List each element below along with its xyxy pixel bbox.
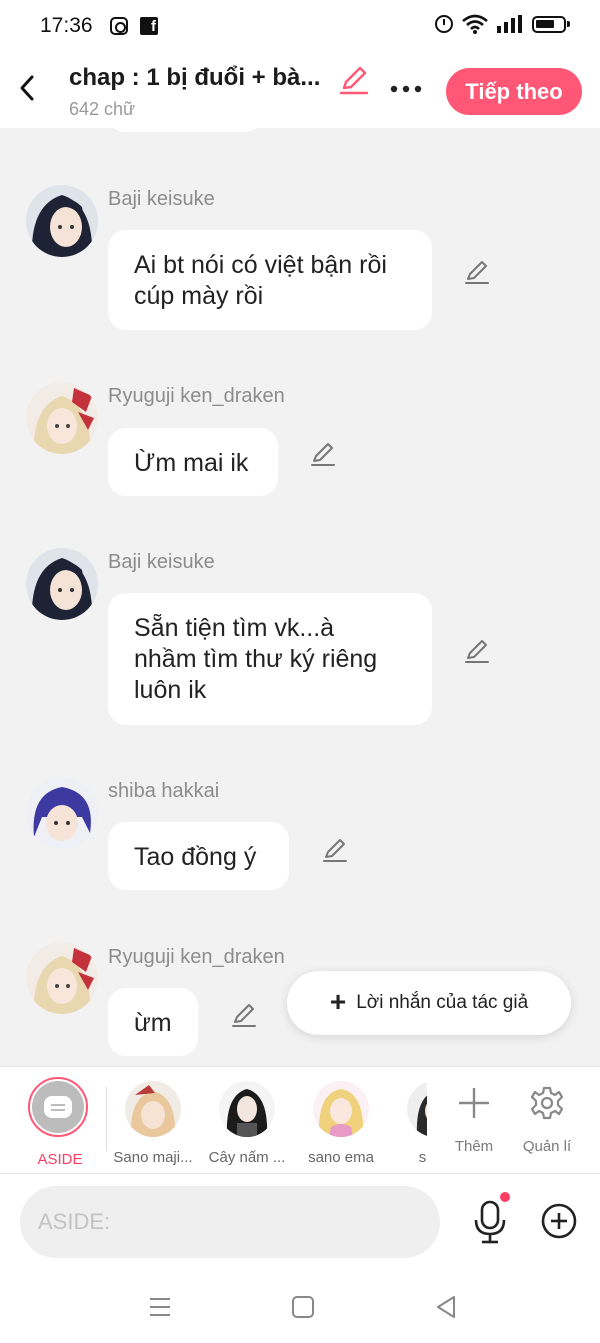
message-text-line: luôn ik [134,676,207,704]
message-bubble[interactable]: Ừm mai ik [108,428,278,496]
signal-icon [497,15,523,33]
status-time: 17:36 [40,14,93,37]
character-avatar [313,1081,369,1137]
plus-circle-icon [541,1203,577,1239]
alarm-icon [435,15,453,33]
avatar-ryuguji-ken-draken[interactable] [26,942,98,1014]
manage-characters-button[interactable]: Quản lí [517,1085,577,1155]
divider [106,1087,107,1151]
message-text-line: Tao đồng ý [134,843,257,871]
chapter-title[interactable]: chap : 1 bị đuổi + bà... [69,64,331,92]
system-navigation-bar [0,1270,600,1343]
word-count: 642 chữ [69,99,136,119]
chevron-left-icon [20,75,34,101]
next-chapter-button[interactable]: Tiếp theo [446,68,582,115]
avatar-baji-keisuke[interactable] [26,185,98,257]
message-author: Ryuguji ken_draken [108,946,285,968]
voice-input-button[interactable] [470,1198,510,1246]
add-character-button[interactable]: Thêm [444,1085,504,1155]
character-selector: ASIDE Sano maji... Cây nấm ... sano ema [0,1066,600,1174]
message-bubble[interactable]: ừm [108,988,198,1056]
avatar-shiba-hakkai[interactable] [26,777,98,849]
status-bar: 17:36 f [0,0,600,52]
author-note-label: Lời nhắn của tác giả [356,992,529,1013]
character-item[interactable]: sano ema [296,1081,386,1166]
message-text-line: Ừm mai ik [134,449,249,477]
pencil-icon [339,66,369,95]
edit-message-icon[interactable] [230,1001,258,1029]
message-bubble[interactable]: Sẵn tiện tìm vk...à nhầm tìm thư ký riên… [108,593,432,725]
message-bubble[interactable]: Tao đồng ý [108,822,289,890]
facebook-notification-icon: f [140,17,158,35]
character-item[interactable]: sano [390,1081,427,1166]
instagram-notification-icon [110,17,128,35]
message-author: Baji keisuke [108,188,215,210]
back-nav-icon[interactable] [433,1294,459,1320]
status-icons [435,14,570,34]
message-text-line: ừm [134,1009,172,1037]
back-button[interactable] [12,70,42,106]
message-text-line: Sẵn tiện tìm vk...à [134,614,335,642]
message-text-line: cúp mày rồi [134,282,264,310]
recent-apps-icon[interactable] [147,1294,173,1320]
character-label: sano [418,1149,427,1166]
add-media-button[interactable] [540,1202,578,1240]
message-text-line: Ai bt nói có việt bận rồi [134,251,387,279]
character-avatar [407,1081,427,1137]
plus-icon: + [329,985,347,1017]
edit-title-button[interactable] [338,64,370,96]
character-label: Cây nấm ... [208,1149,286,1166]
edit-message-icon[interactable] [463,258,491,286]
message-bubble-partial[interactable] [108,128,262,132]
more-dots-icon [390,85,422,93]
edit-message-icon[interactable] [309,440,337,468]
manage-characters-label: Quản lí [522,1138,572,1155]
message-bubble[interactable]: Ai bt nói có việt bận rồi cúp mày rồi [108,230,432,330]
edit-message-icon[interactable] [463,637,491,665]
character-label: ASIDE [37,1151,83,1168]
edit-message-icon[interactable] [321,836,349,864]
character-avatar [219,1081,275,1137]
plus-icon [459,1088,489,1118]
notification-dot [500,1192,510,1202]
character-strip[interactable]: ASIDE Sano maji... Cây nấm ... sano ema [0,1067,427,1175]
character-item[interactable]: Sano maji... [108,1081,198,1166]
message-text-line: nhầm tìm thư ký riêng [134,645,378,673]
add-character-label: Thêm [454,1138,494,1155]
composer [0,1174,600,1270]
wifi-icon [462,14,488,34]
message-input[interactable] [20,1186,440,1258]
microphone-icon [474,1200,506,1244]
battery-icon [532,15,570,33]
chat-bubble-icon [44,1096,72,1118]
message-author: Baji keisuke [108,551,215,573]
character-aside[interactable]: ASIDE [28,1077,92,1168]
message-author: shiba hakkai [108,780,220,802]
more-options-button[interactable] [386,74,426,104]
author-note-button[interactable]: + Lời nhắn của tác giả [287,971,571,1035]
message-author: Ryuguji ken_draken [108,385,285,407]
character-avatar [125,1081,181,1137]
character-label: Sano maji... [113,1149,193,1166]
avatar-ryuguji-ken-draken[interactable] [26,382,98,454]
character-item[interactable]: Cây nấm ... [202,1081,292,1166]
chapter-header: chap : 1 bị đuổi + bà... 642 chữ Tiếp th… [0,52,600,128]
avatar-baji-keisuke[interactable] [26,548,98,620]
gear-icon [530,1086,564,1120]
aside-avatar [28,1077,88,1137]
home-icon[interactable] [290,1294,316,1320]
chat-area[interactable]: Baji keisuke Ai bt nói có việt bận rồi c… [0,128,600,1066]
character-label: sano ema [308,1149,374,1166]
